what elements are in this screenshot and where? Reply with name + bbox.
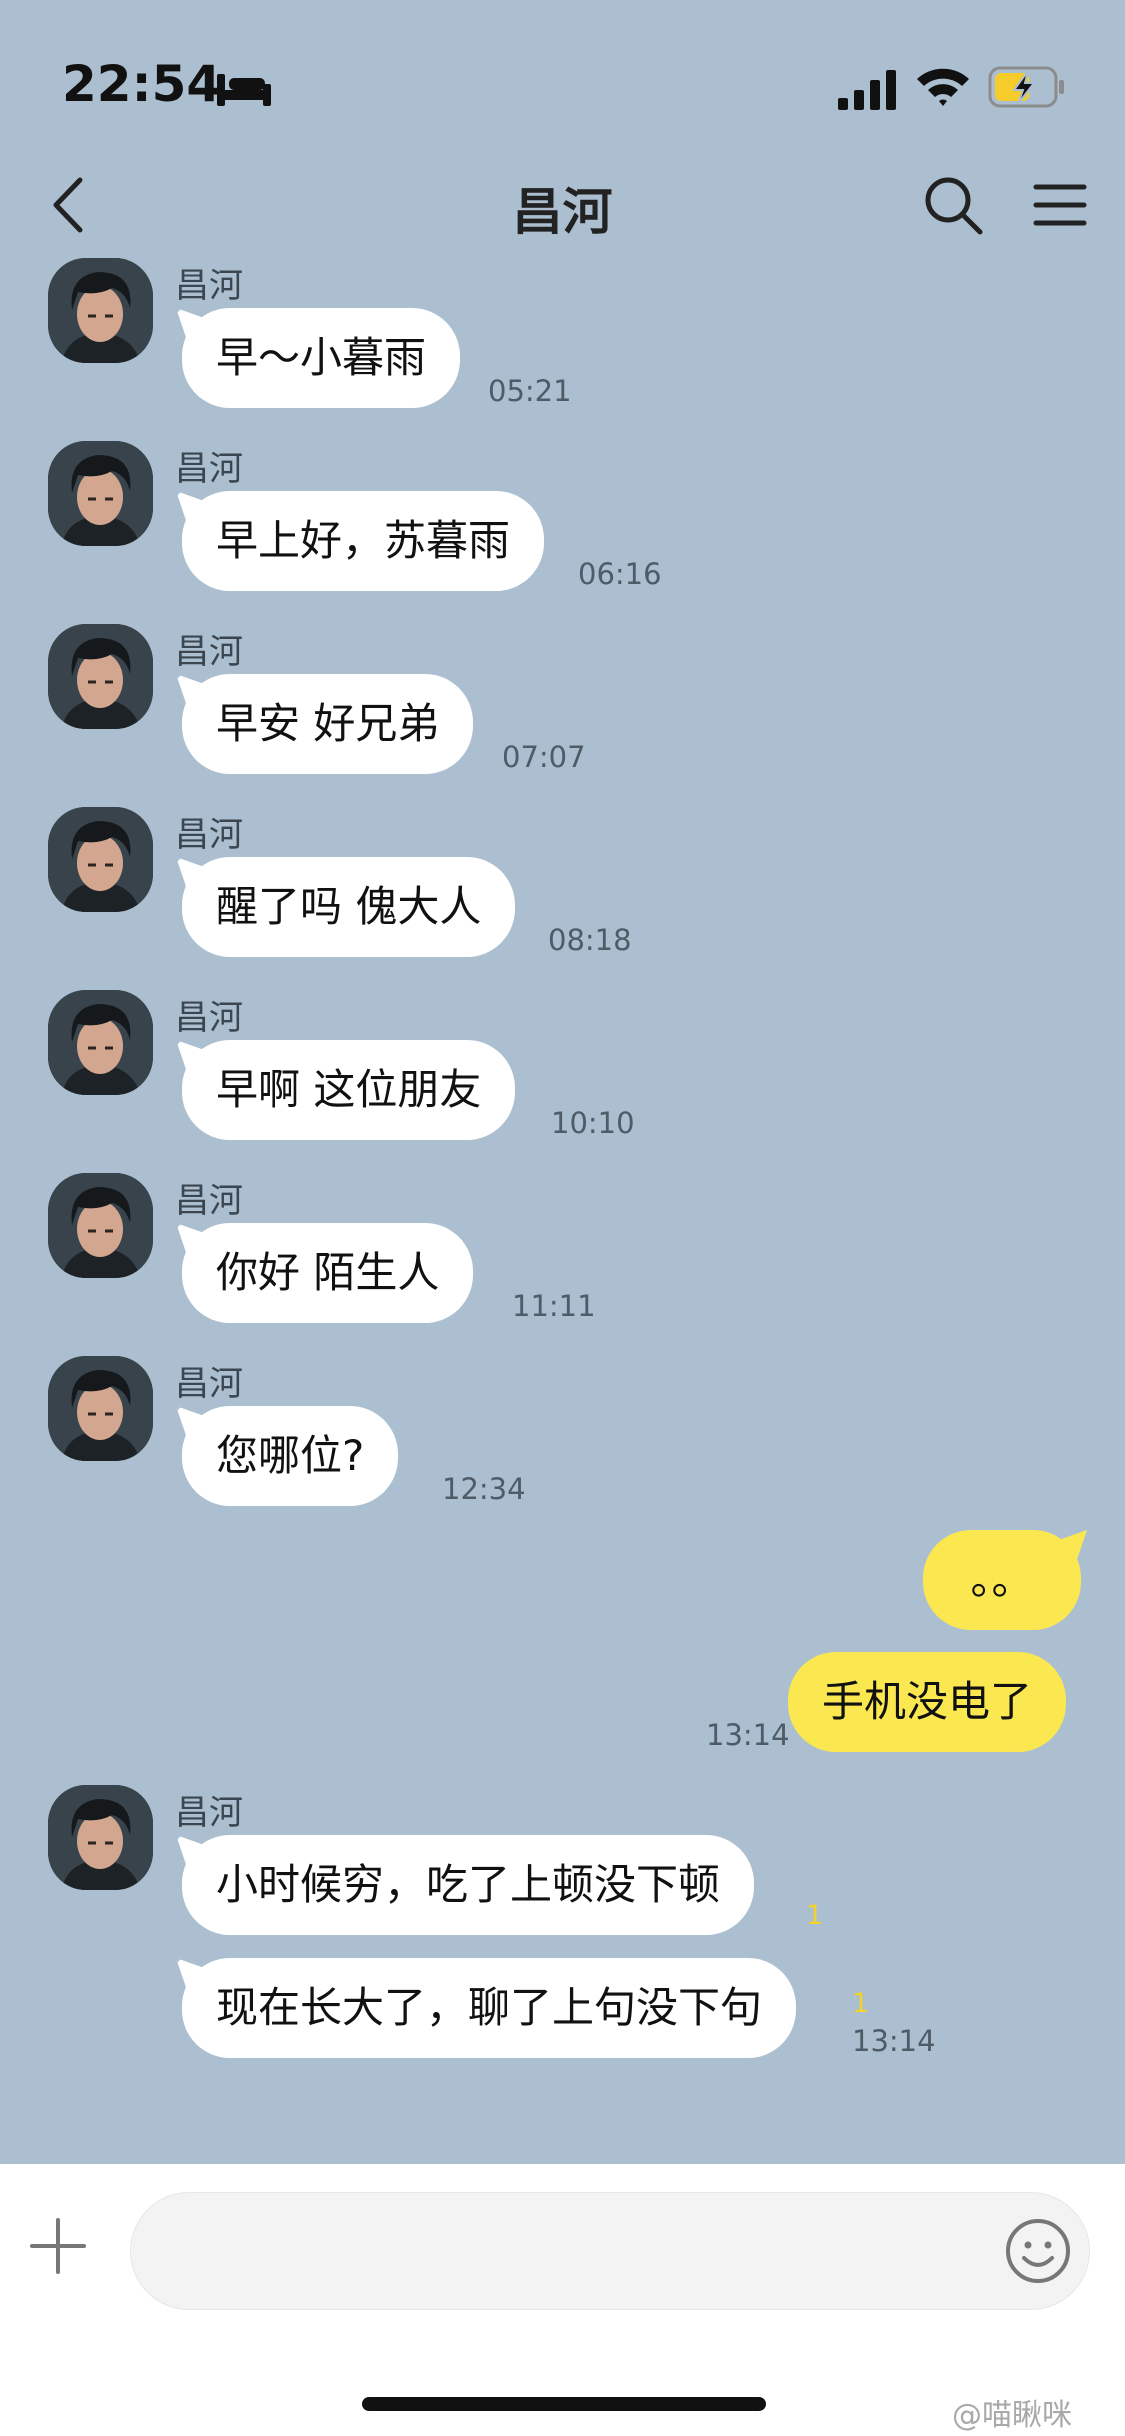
menu-icon[interactable] <box>1030 175 1090 235</box>
message-time: 06:16 <box>578 557 662 591</box>
message-bubble[interactable]: 早上好，苏暮雨 <box>182 491 545 591</box>
search-icon[interactable] <box>920 172 986 238</box>
status-time: 22:54 <box>62 55 222 113</box>
unread-count: 1 <box>852 1988 870 2019</box>
message-time: 07:07 <box>502 740 586 774</box>
message-time: 05:21 <box>488 374 572 408</box>
message-bubble[interactable]: 您哪位? <box>182 1406 399 1506</box>
message-bubble-outgoing[interactable]: 。。 <box>923 1530 1081 1630</box>
chat-header: 昌河 <box>0 160 1125 250</box>
avatar[interactable] <box>48 441 153 546</box>
message-time: 13:14 <box>852 2024 936 2058</box>
message-bubble[interactable]: 早～小暮雨 <box>182 308 461 408</box>
sender-name: 昌河 <box>175 1181 243 1221</box>
message-bubble[interactable]: 早安 好兄弟 <box>182 674 474 774</box>
message-input[interactable] <box>130 2192 1090 2310</box>
sender-name: 昌河 <box>175 1364 243 1404</box>
avatar[interactable] <box>48 807 153 912</box>
message-time: 12:34 <box>442 1472 526 1506</box>
message-bubble[interactable]: 你好 陌生人 <box>182 1223 474 1323</box>
cellular-signal-icon <box>838 70 896 110</box>
wifi-icon <box>917 68 969 106</box>
avatar[interactable] <box>48 1173 153 1278</box>
message-time: 08:18 <box>548 923 632 957</box>
avatar[interactable] <box>48 1356 153 1461</box>
message-bubble[interactable]: 早啊 这位朋友 <box>182 1040 516 1140</box>
sleep-mode-icon <box>217 74 271 106</box>
sender-name: 昌河 <box>175 266 243 306</box>
message-time: 10:10 <box>551 1106 635 1140</box>
home-indicator[interactable] <box>362 2397 766 2411</box>
message-bubble[interactable]: 小时候穷，吃了上顿没下顿 <box>182 1835 755 1935</box>
sender-name: 昌河 <box>175 998 243 1038</box>
plus-icon[interactable] <box>28 2216 88 2276</box>
sender-name: 昌河 <box>175 449 243 489</box>
avatar[interactable] <box>48 624 153 729</box>
message-bubble-outgoing[interactable]: 手机没电了 <box>788 1652 1067 1752</box>
battery-charging-icon <box>988 66 1064 108</box>
message-bubble[interactable]: 现在长大了，聊了上句没下句 <box>182 1958 797 2058</box>
sender-name: 昌河 <box>175 632 243 672</box>
message-time: 11:11 <box>512 1289 596 1323</box>
status-bar: 22:54 <box>0 0 1125 170</box>
avatar[interactable] <box>48 1785 153 1890</box>
emoji-icon[interactable] <box>1003 2216 1073 2286</box>
sender-name: 昌河 <box>175 1793 243 1833</box>
watermark: @喵瞅咪 <box>952 2398 1072 2433</box>
avatar[interactable] <box>48 990 153 1095</box>
sender-name: 昌河 <box>175 815 243 855</box>
message-bubble[interactable]: 醒了吗 傀大人 <box>182 857 516 957</box>
unread-count: 1 <box>806 1900 824 1931</box>
message-time: 13:14 <box>706 1718 790 1752</box>
avatar[interactable] <box>48 258 153 363</box>
